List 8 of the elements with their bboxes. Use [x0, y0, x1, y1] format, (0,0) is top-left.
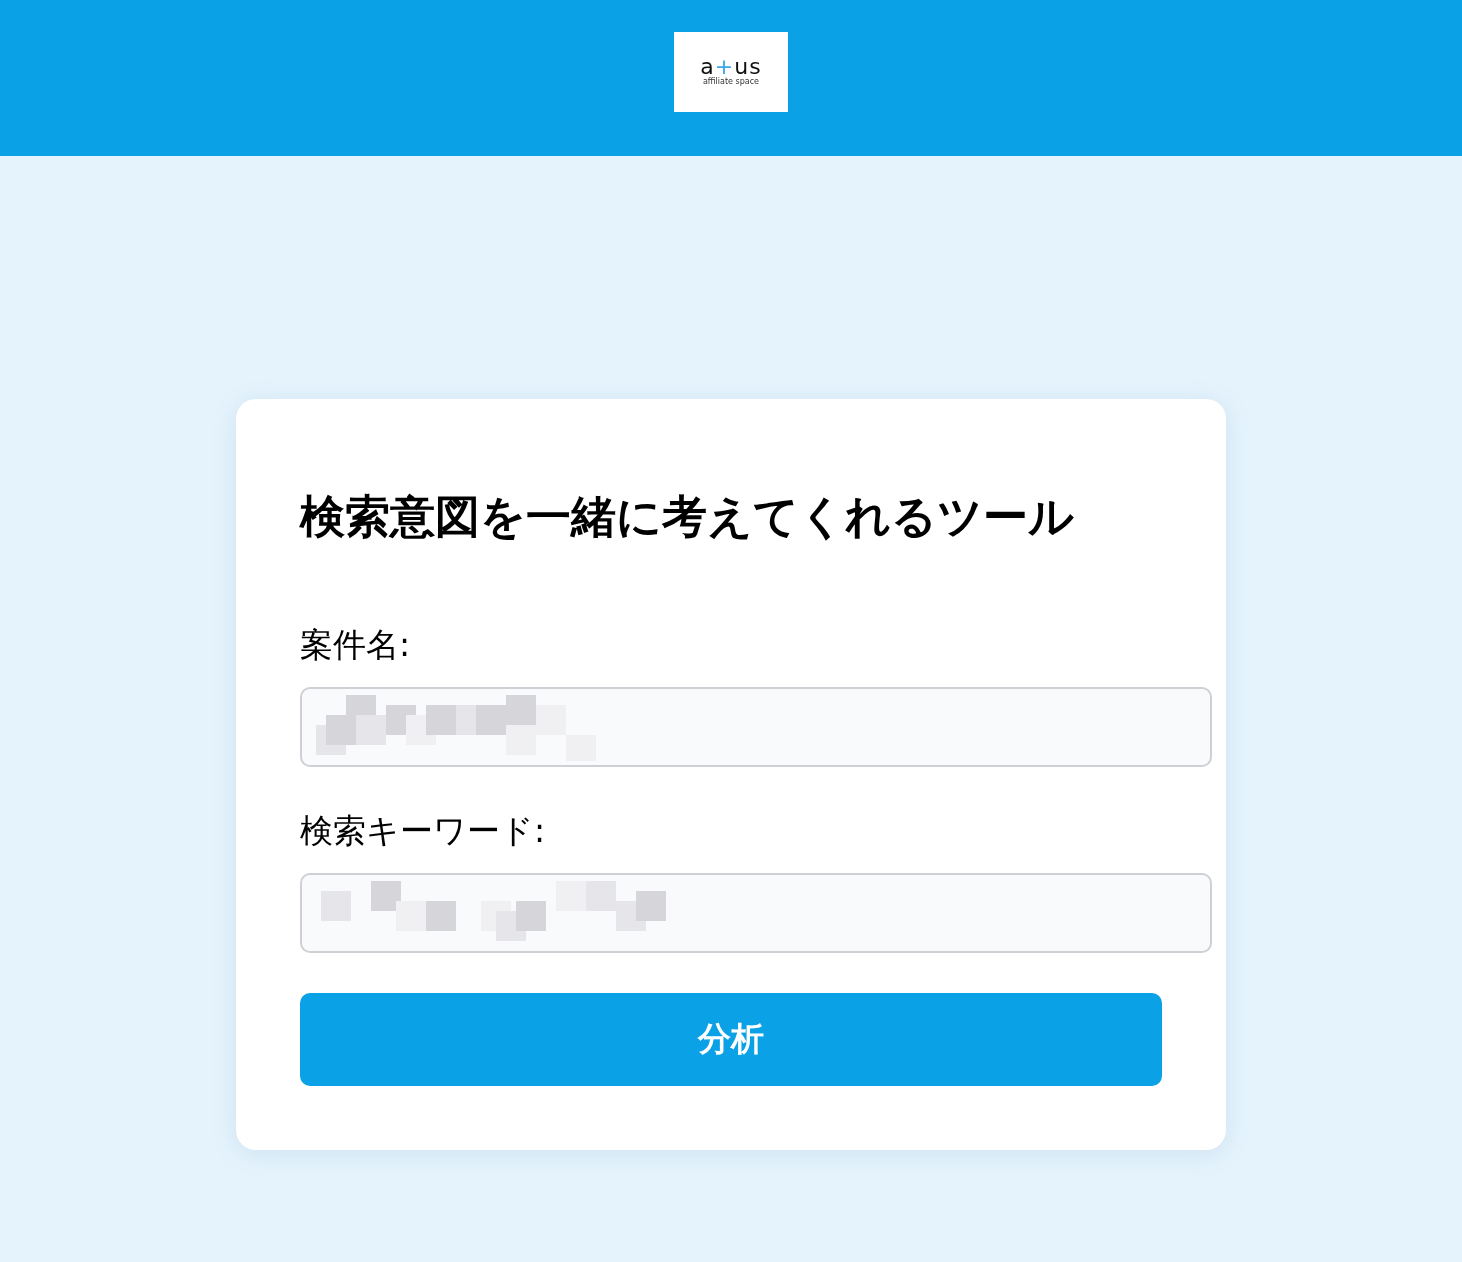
analyze-button[interactable]: 分析	[300, 993, 1162, 1086]
field-label: 案件名:	[300, 625, 412, 665]
field-label: 検索キーワード:	[300, 811, 547, 851]
input-field[interactable]	[300, 873, 1212, 953]
input-field[interactable]	[300, 687, 1212, 767]
logo-wordmark: a+us	[700, 57, 762, 77]
logo-tagline: affiliate space	[702, 77, 760, 87]
page-title: 検索意図を一緒に考えてくれるツール	[300, 489, 1075, 545]
